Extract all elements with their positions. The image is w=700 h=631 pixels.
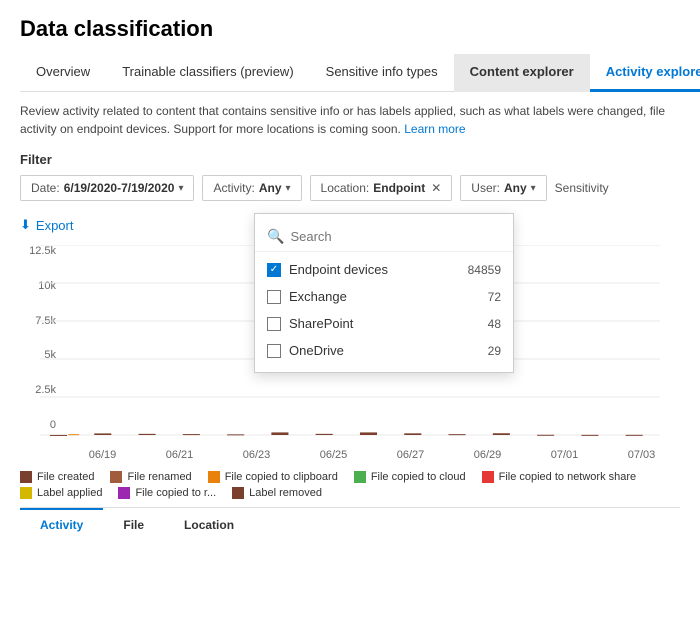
tab-activity-explorer[interactable]: Activity explorer — [590, 54, 700, 92]
filter-bar: Date: 6/19/2020-7/19/2020 ▾ Activity: An… — [20, 175, 680, 201]
bottom-tab-location[interactable]: Location — [164, 508, 254, 540]
search-icon: 🔍 — [267, 228, 284, 245]
legend: File created File renamed File copied to c… — [20, 471, 680, 499]
x-axis: 06/19 06/21 06/23 06/25 06/27 06/29 07/01 07/03 — [64, 445, 680, 461]
dropdown-count-exchange: 72 — [488, 290, 501, 304]
user-filter[interactable]: User: Any ▾ — [460, 175, 546, 201]
dropdown-count-sharepoint: 48 — [488, 317, 501, 331]
date-filter-label: Date: — [31, 181, 60, 195]
dropdown-label-onedrive: OneDrive — [289, 343, 344, 358]
dropdown-item-sharepoint[interactable]: SharePoint 48 — [255, 310, 513, 337]
filter-label: Filter — [20, 152, 680, 167]
date-dropdown-icon: ▾ — [178, 183, 183, 194]
user-filter-label: User: — [471, 181, 500, 195]
export-icon: ⬇ — [20, 217, 31, 233]
date-filter-value: 6/19/2020-7/19/2020 — [64, 181, 175, 195]
tab-overview[interactable]: Overview — [20, 54, 106, 92]
x-label: 06/25 — [320, 449, 348, 461]
location-filter[interactable]: Location: Endpoint ✕ — [310, 175, 453, 201]
activity-filter-label: Activity: — [213, 181, 254, 195]
location-dropdown: 🔍 Endpoint devices 84859 Exchange 72 — [254, 213, 514, 373]
export-button[interactable]: ⬇ Export — [20, 213, 73, 237]
dropdown-search-input[interactable] — [290, 229, 501, 244]
bottom-tab-activity[interactable]: Activity — [20, 508, 103, 540]
legend-item: File copied to cloud — [354, 471, 466, 483]
page-description: Review activity related to content that … — [20, 102, 680, 138]
activity-filter[interactable]: Activity: Any ▾ — [202, 175, 301, 201]
user-dropdown-icon: ▾ — [531, 183, 536, 194]
x-label: 06/29 — [474, 449, 502, 461]
x-label: 06/27 — [397, 449, 425, 461]
tab-bar: Overview Trainable classifiers (preview)… — [20, 54, 680, 92]
legend-color-box — [110, 471, 122, 483]
x-label: 07/03 — [628, 449, 656, 461]
dropdown-count-endpoint: 84859 — [468, 263, 501, 277]
x-label: 06/21 — [166, 449, 194, 461]
dropdown-label-sharepoint: SharePoint — [289, 316, 353, 331]
export-label: Export — [36, 218, 74, 233]
legend-color-box — [118, 487, 130, 499]
activity-filter-value: Any — [259, 181, 282, 195]
x-label: 06/19 — [89, 449, 117, 461]
location-filter-value: Endpoint — [373, 181, 425, 195]
tab-trainable[interactable]: Trainable classifiers (preview) — [106, 54, 309, 92]
legend-color-box — [20, 471, 32, 483]
activity-dropdown-icon: ▾ — [286, 183, 291, 194]
user-filter-value: Any — [504, 181, 527, 195]
legend-item: File copied to network share — [482, 471, 637, 483]
legend-color-box — [208, 471, 220, 483]
x-label: 07/01 — [551, 449, 579, 461]
checkbox-sharepoint[interactable] — [267, 317, 281, 331]
legend-color-box — [232, 487, 244, 499]
dropdown-search-row: 🔍 — [255, 222, 513, 252]
dropdown-label-endpoint: Endpoint devices — [289, 262, 388, 277]
date-filter[interactable]: Date: 6/19/2020-7/19/2020 ▾ — [20, 175, 194, 201]
legend-item: Label removed — [232, 487, 322, 499]
checkbox-onedrive[interactable] — [267, 344, 281, 358]
sensitivity-filter-label[interactable]: Sensitivity — [555, 181, 609, 195]
legend-color-box — [20, 487, 32, 499]
location-filter-label: Location: — [321, 181, 370, 195]
legend-item: File copied to r... — [118, 487, 216, 499]
checkbox-exchange[interactable] — [267, 290, 281, 304]
page-title: Data classification — [20, 16, 680, 42]
legend-color-box — [354, 471, 366, 483]
dropdown-label-exchange: Exchange — [289, 289, 347, 304]
dropdown-count-onedrive: 29 — [488, 344, 501, 358]
legend-item: Label applied — [20, 487, 102, 499]
checkbox-endpoint[interactable] — [267, 263, 281, 277]
tab-sensitive-info[interactable]: Sensitive info types — [310, 54, 454, 92]
dropdown-item-exchange[interactable]: Exchange 72 — [255, 283, 513, 310]
legend-item: File copied to clipboard — [208, 471, 338, 483]
legend-item: File created — [20, 471, 94, 483]
learn-more-link[interactable]: Learn more — [404, 122, 465, 136]
x-label: 06/23 — [243, 449, 271, 461]
location-filter-close[interactable]: ✕ — [431, 181, 441, 195]
bottom-tab-file[interactable]: File — [103, 508, 164, 540]
tab-content-explorer[interactable]: Content explorer — [454, 54, 590, 92]
legend-color-box — [482, 471, 494, 483]
dropdown-item-onedrive[interactable]: OneDrive 29 — [255, 337, 513, 364]
legend-item: File renamed — [110, 471, 191, 483]
bottom-tab-bar: Activity File Location — [20, 507, 680, 540]
dropdown-item-endpoint[interactable]: Endpoint devices 84859 — [255, 256, 513, 283]
